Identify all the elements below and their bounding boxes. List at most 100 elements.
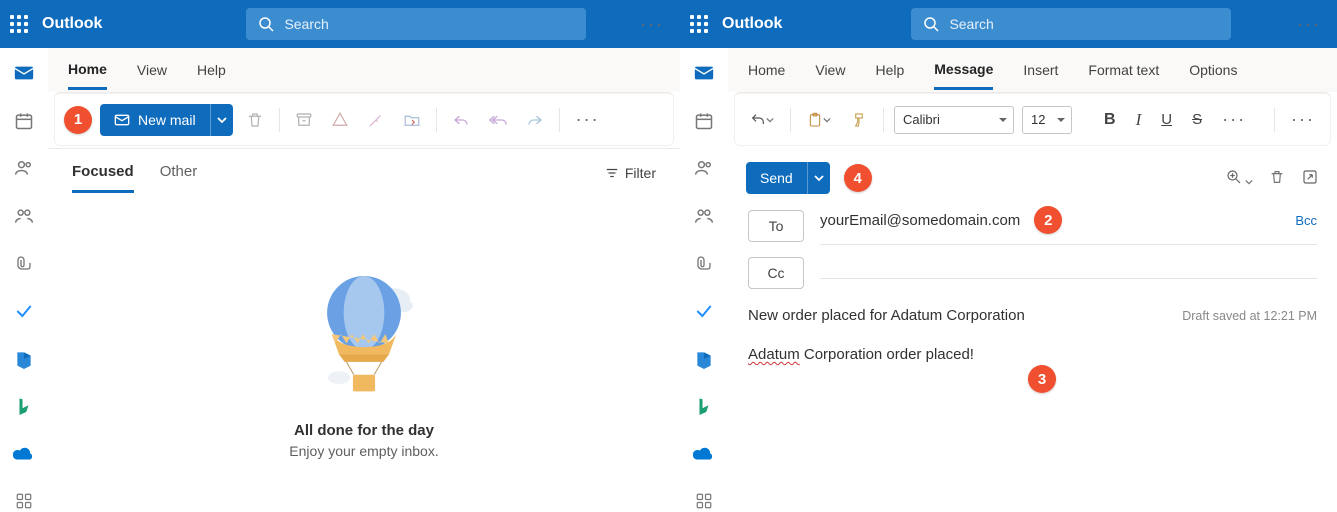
font-size-select[interactable]: 12 [1022, 106, 1072, 134]
format-painter-icon[interactable] [845, 107, 873, 133]
mail-icon[interactable] [692, 62, 716, 84]
tab-insert[interactable]: Insert [1023, 52, 1058, 88]
filter-button[interactable]: Filter [605, 165, 656, 181]
paste-icon[interactable] [801, 106, 837, 134]
to-recipient[interactable]: yourEmail@somedomain.com [820, 212, 1020, 229]
people-icon[interactable] [12, 158, 36, 180]
todo-icon[interactable] [692, 300, 716, 322]
reply-all-icon[interactable] [483, 106, 513, 134]
ribbon-tabs: Home View Help [48, 48, 680, 92]
outlook-window-compose: Outlook ··· Home View Help Message [680, 0, 1337, 512]
tab-help[interactable]: Help [197, 52, 226, 88]
more-apps-icon[interactable] [692, 491, 716, 512]
search-input[interactable] [949, 16, 1219, 32]
tab-message[interactable]: Message [934, 51, 993, 90]
ellipsis-icon[interactable]: ··· [1291, 14, 1327, 35]
search-icon [923, 16, 939, 32]
report-icon[interactable] [326, 106, 354, 134]
empty-title: All done for the day [294, 422, 434, 439]
files-icon[interactable] [12, 253, 36, 275]
tab-options[interactable]: Options [1189, 52, 1237, 88]
search-icon [258, 16, 274, 32]
move-icon[interactable] [398, 106, 426, 134]
app-launcher-icon[interactable] [690, 15, 708, 33]
search-box[interactable] [911, 8, 1231, 40]
toolbar-more-icon[interactable]: ··· [1285, 109, 1321, 130]
empty-subtitle: Enjoy your empty inbox. [289, 443, 438, 459]
draft-status: Draft saved at 12:21 PM [1182, 309, 1317, 323]
strikethrough-button[interactable]: S [1186, 106, 1208, 133]
bcc-link[interactable]: Bcc [1295, 213, 1317, 228]
balloon-illustration-icon [304, 256, 424, 416]
new-mail-button[interactable]: New mail [100, 104, 210, 136]
left-app-rail [0, 48, 48, 512]
sweep-icon[interactable] [362, 106, 390, 134]
toolbar-more-icon[interactable]: ··· [570, 109, 606, 130]
search-input[interactable] [284, 16, 574, 32]
more-apps-icon[interactable] [12, 491, 36, 512]
bing-icon[interactable] [12, 395, 36, 417]
discard-icon[interactable] [1269, 168, 1285, 189]
tab-view[interactable]: View [815, 52, 845, 88]
empty-inbox: All done for the day Enjoy your empty in… [48, 196, 680, 512]
app-name: Outlook [42, 15, 102, 33]
reply-icon[interactable] [447, 106, 475, 134]
cc-button[interactable]: Cc [748, 257, 804, 289]
left-app-rail [680, 48, 728, 512]
tab-view[interactable]: View [137, 52, 167, 88]
font-name-select[interactable]: Calibri [894, 106, 1014, 134]
subject-text[interactable]: New order placed for Adatum Corporation [748, 307, 1025, 324]
home-toolbar: 1 New mail [54, 92, 674, 146]
format-toolbar: Calibri 12 B I U S ··· ··· [734, 92, 1331, 146]
underline-button[interactable]: U [1155, 106, 1178, 133]
to-row: To yourEmail@somedomain.com 2 Bcc [728, 200, 1337, 251]
forward-icon[interactable] [521, 106, 549, 134]
m365-logo-icon[interactable] [692, 348, 716, 370]
tab-focused[interactable]: Focused [72, 153, 134, 193]
format-more-icon[interactable]: ··· [1216, 109, 1252, 130]
onedrive-icon[interactable] [692, 443, 716, 465]
titlebar: Outlook ··· [0, 0, 680, 48]
body-word-misspelled: Adatum [748, 346, 800, 363]
ribbon-tabs: Home View Help Message Insert Format tex… [728, 48, 1337, 92]
tab-other[interactable]: Other [160, 153, 198, 193]
filter-label: Filter [625, 165, 656, 181]
mail-icon[interactable] [12, 62, 36, 84]
body-rest: Corporation order placed! [800, 346, 974, 363]
tab-home[interactable]: Home [68, 51, 107, 90]
calendar-icon[interactable] [692, 110, 716, 132]
archive-icon[interactable] [290, 106, 318, 134]
bold-button[interactable]: B [1098, 106, 1122, 134]
callout-2-badge: 2 [1034, 206, 1062, 234]
tab-help[interactable]: Help [875, 52, 904, 88]
outlook-window-inbox: Outlook ··· Home View Help [0, 0, 680, 512]
groups-icon[interactable] [12, 205, 36, 227]
search-box[interactable] [246, 8, 586, 40]
tab-format-text[interactable]: Format text [1088, 52, 1159, 88]
new-mail-group: New mail [100, 104, 233, 136]
delete-icon[interactable] [241, 106, 269, 134]
app-launcher-icon[interactable] [10, 15, 28, 33]
groups-icon[interactable] [692, 205, 716, 227]
new-mail-split[interactable] [210, 104, 233, 136]
callout-1-badge: 1 [64, 106, 92, 134]
calendar-icon[interactable] [12, 110, 36, 132]
zoom-icon[interactable] [1225, 168, 1253, 189]
people-icon[interactable] [692, 158, 716, 180]
files-icon[interactable] [692, 253, 716, 275]
subject-row: New order placed for Adatum Corporation … [728, 295, 1337, 336]
callout-4-badge: 4 [844, 164, 872, 192]
italic-button[interactable]: I [1130, 105, 1148, 135]
m365-logo-icon[interactable] [12, 348, 36, 370]
undo-icon[interactable] [744, 107, 780, 133]
tab-home[interactable]: Home [748, 52, 785, 88]
onedrive-icon[interactable] [12, 443, 36, 465]
send-button[interactable]: Send [746, 162, 807, 194]
todo-icon[interactable] [12, 300, 36, 322]
send-split[interactable] [807, 162, 830, 194]
bing-icon[interactable] [692, 395, 716, 417]
compose-actions-row: Send 4 [728, 148, 1337, 200]
to-button[interactable]: To [748, 210, 804, 242]
popout-icon[interactable] [1301, 168, 1319, 189]
ellipsis-icon[interactable]: ··· [634, 14, 670, 35]
